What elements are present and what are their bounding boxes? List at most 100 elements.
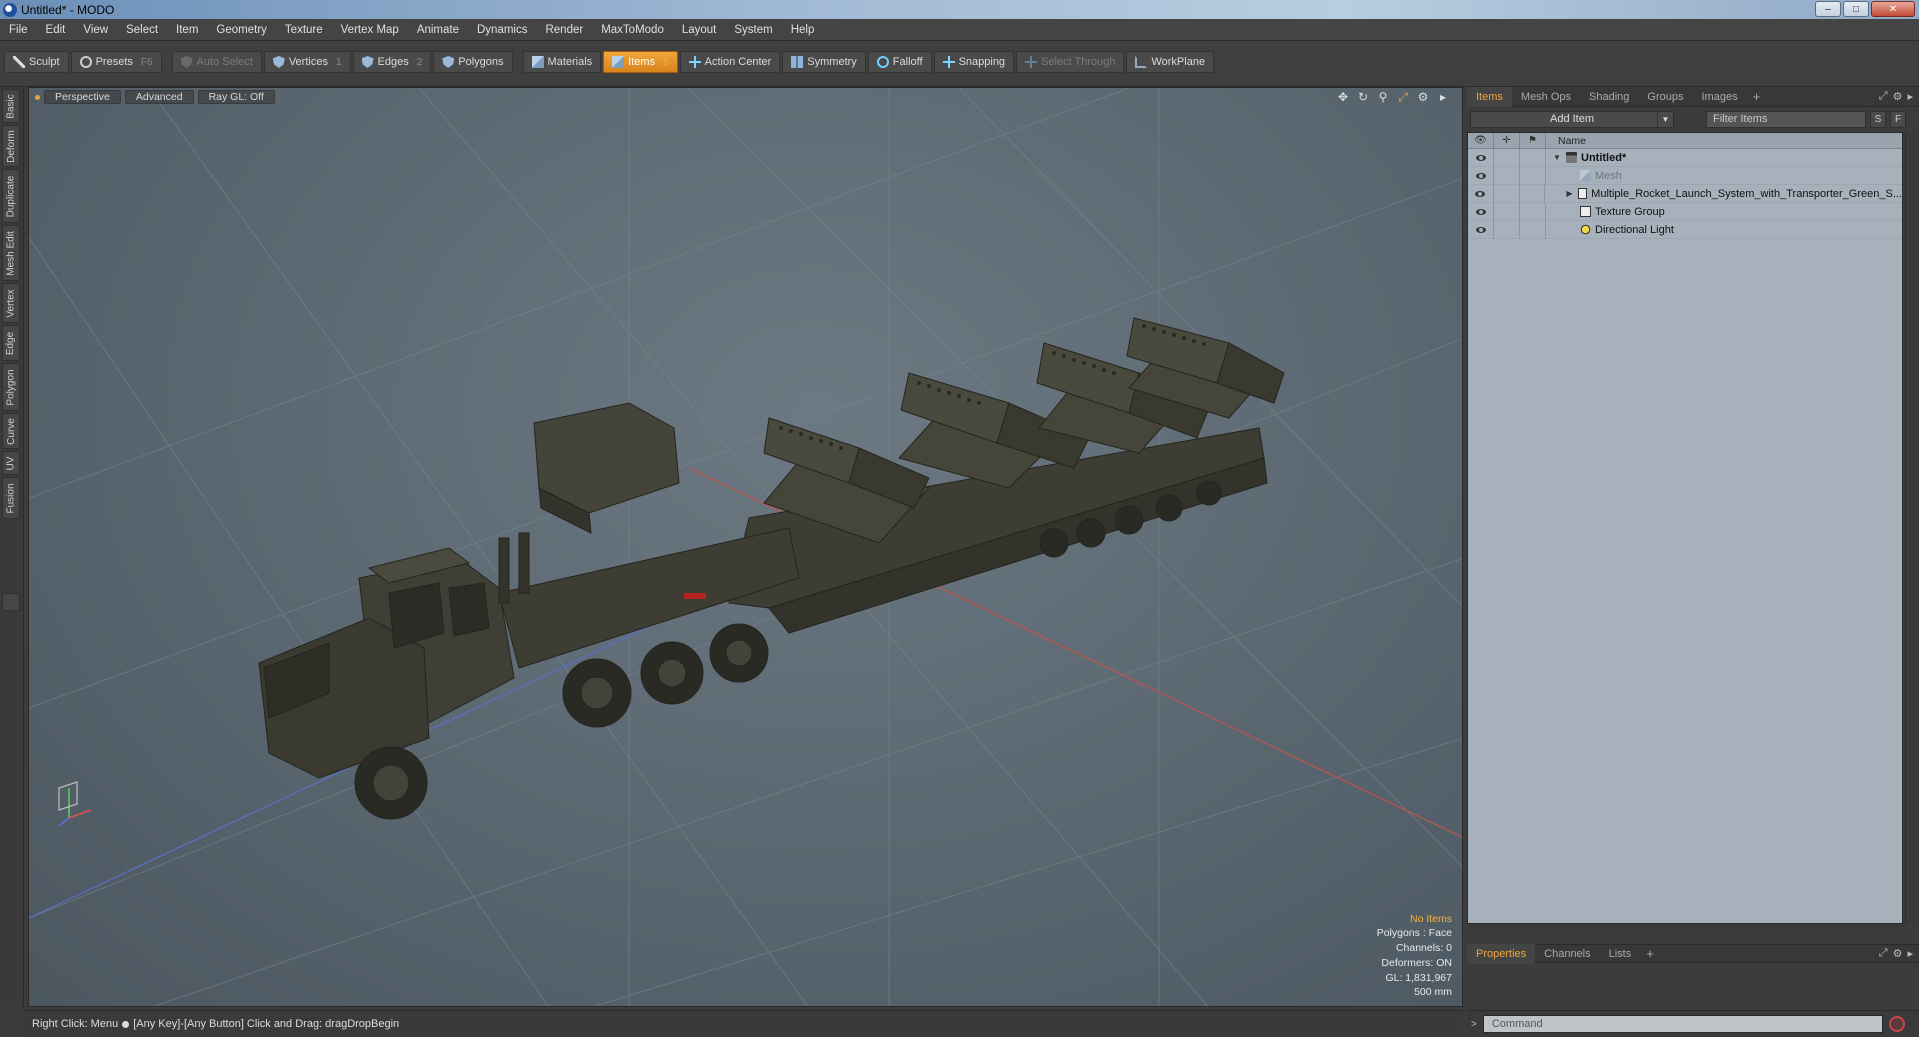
add-item-label: Add Item [1549,113,1595,125]
shading-dropdown[interactable]: Advanced [124,90,194,104]
visibility-toggle[interactable] [1468,184,1494,203]
s-button[interactable]: S [1870,110,1886,128]
maximize-button[interactable]: □ [1843,1,1869,17]
tab-fusion[interactable]: Fusion [2,477,20,519]
action-center-button[interactable]: Action Center [679,51,781,73]
raygl-toggle[interactable]: Ray GL: Off [197,90,275,104]
vertices-button[interactable]: Vertices 1 [263,51,351,73]
close-button[interactable]: ✕ [1871,1,1915,17]
expand-icon[interactable]: ⤢ [1879,947,1888,960]
falloff-button[interactable]: Falloff [867,51,932,73]
palette-toggle[interactable] [2,593,20,611]
menu-render[interactable]: Render [536,24,592,36]
arrow-right-icon[interactable]: ▸ [1907,947,1913,960]
command-history-arrow-icon[interactable]: > [1471,1019,1477,1030]
record-macro-icon[interactable] [1888,1016,1905,1032]
tab-curve[interactable]: Curve [2,413,20,449]
tab-mesh-edit[interactable]: Mesh Edit [2,225,20,281]
tab-items[interactable]: Items [1467,86,1512,107]
materials-button[interactable]: Materials [522,51,602,73]
dropdown-arrow-icon[interactable]: ▼ [1657,111,1673,127]
tab-shading[interactable]: Shading [1580,87,1638,107]
visibility-toggle[interactable] [1468,166,1494,185]
filter-items-input[interactable]: Filter Items [1706,110,1866,128]
visibility-toggle[interactable] [1468,148,1494,167]
presets-button[interactable]: Presets F6 [70,51,162,73]
list-item-mesh[interactable]: Mesh [1468,166,1902,185]
fit-icon[interactable]: ⤢ [1396,90,1410,105]
tab-images[interactable]: Images [1693,87,1747,107]
materials-label: Materials [547,56,593,68]
visibility-column-icon[interactable]: 👁 [1468,133,1494,149]
polygons-button[interactable]: Polygons [433,51,513,73]
menu-vertex-map[interactable]: Vertex Map [332,24,408,36]
lock-column-icon[interactable]: ✛ [1494,133,1520,149]
texture-group-icon [1580,206,1591,217]
settings-icon[interactable]: ⚙ [1416,90,1430,105]
expand-icon[interactable]: ⤢ [1879,90,1888,103]
zoom-icon[interactable]: ⚲ [1376,90,1390,105]
collapse-arrow-icon[interactable]: ▼ [1552,153,1562,162]
workplane-button[interactable]: WorkPlane [1126,51,1215,73]
mesh-icon [1580,170,1591,181]
gear-icon[interactable]: ⚙ [1893,947,1903,960]
tab-uv[interactable]: UV [2,451,20,475]
more-arrow-icon[interactable]: ▸ [1436,90,1450,105]
f-button[interactable]: F [1890,110,1906,128]
list-item-rocket-system[interactable]: ▶ Multiple_Rocket_Launch_System_with_Tra… [1468,184,1902,203]
menu-geometry[interactable]: Geometry [207,24,276,36]
menu-help[interactable]: Help [782,24,824,36]
edges-button[interactable]: Edges 2 [352,51,432,73]
sculpt-button[interactable]: Sculpt [4,51,69,73]
list-item-directional-light[interactable]: Directional Light [1468,220,1902,239]
select-through-button[interactable]: Select Through [1016,51,1125,73]
visibility-toggle[interactable] [1468,220,1494,239]
view-mode-dropdown[interactable]: Perspective [44,90,121,104]
rotate-icon[interactable]: ↻ [1356,90,1370,105]
menu-select[interactable]: Select [117,24,167,36]
menu-item[interactable]: Item [167,24,207,36]
tab-lists[interactable]: Lists [1600,944,1641,964]
command-input[interactable]: Command [1482,1015,1883,1033]
menu-texture[interactable]: Texture [276,24,332,36]
menu-edit[interactable]: Edit [37,24,75,36]
tab-groups[interactable]: Groups [1638,87,1692,107]
menu-system[interactable]: System [725,24,781,36]
tab-channels[interactable]: Channels [1535,944,1599,964]
menu-file[interactable]: File [0,24,37,36]
menu-animate[interactable]: Animate [408,24,468,36]
tab-polygon[interactable]: Polygon [2,363,20,411]
tab-vertex[interactable]: Vertex [2,283,20,323]
gear-icon[interactable]: ⚙ [1893,90,1903,103]
minimize-button[interactable]: – [1815,1,1841,17]
menu-dynamics[interactable]: Dynamics [468,24,536,36]
menu-view[interactable]: View [74,24,117,36]
item-list-hscrollbar[interactable] [1467,925,1903,933]
add-tab-button[interactable]: + [1747,89,1767,104]
menu-layout[interactable]: Layout [673,24,726,36]
visibility-toggle[interactable] [1468,202,1494,221]
tab-properties[interactable]: Properties [1467,943,1536,964]
menu-maxtomodo[interactable]: MaxToModo [592,24,673,36]
3d-viewport[interactable]: Perspective Advanced Ray GL: Off ✥ ↻ ⚲ ⤢… [28,87,1463,1007]
pan-icon[interactable]: ✥ [1336,90,1350,105]
add-tab-button[interactable]: + [1640,946,1660,961]
tab-deform[interactable]: Deform [2,125,20,167]
items-button[interactable]: Items 5 [603,51,678,73]
name-column-header[interactable]: Name [1546,135,1586,147]
snapping-button[interactable]: Snapping [933,51,1015,73]
render-column-icon[interactable]: ⚑ [1520,133,1546,149]
list-item-texture-group[interactable]: Texture Group [1468,202,1902,221]
arrow-right-icon[interactable]: ▸ [1907,90,1913,103]
expand-arrow-icon[interactable]: ▶ [1565,189,1573,198]
symmetry-button[interactable]: Symmetry [782,51,866,73]
tab-basic[interactable]: Basic [2,89,20,123]
item-list-scrollbar[interactable] [1905,132,1917,924]
tab-mesh-ops[interactable]: Mesh Ops [1512,87,1580,107]
tab-duplicate[interactable]: Duplicate [2,169,20,223]
viewport-menu-dot[interactable] [35,94,40,100]
list-item-untitled[interactable]: ▼ Untitled* [1468,148,1902,167]
add-item-button[interactable]: Add Item ▼ [1470,110,1674,128]
auto-select-button[interactable]: Auto Select [171,51,262,73]
tab-edge[interactable]: Edge [2,325,20,361]
